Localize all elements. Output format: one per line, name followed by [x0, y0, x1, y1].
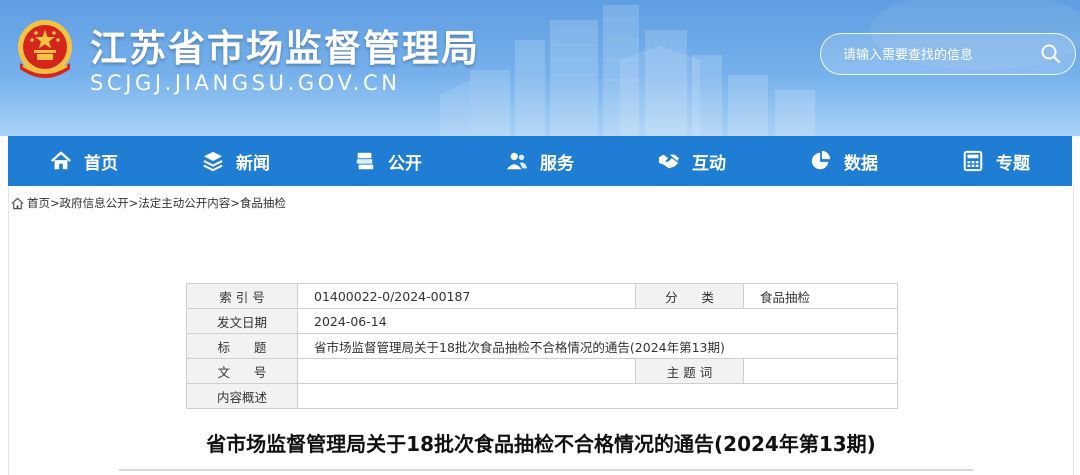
handshake-icon [658, 154, 680, 169]
national-emblem-logo [18, 20, 72, 78]
nav-item-label: 公开 [388, 153, 422, 174]
title-divider [119, 469, 973, 471]
layers-icon [203, 151, 223, 172]
title-value: 省市场监督管理局关于18批次食品抽检不合格情况的通告(2024年第13期) [297, 333, 898, 359]
nav-item-topics[interactable]: 专题 [920, 136, 1072, 186]
nav-item-service[interactable]: 服务 [464, 136, 616, 186]
breadcrumb-separator: > [128, 196, 139, 210]
breadcrumb-link-food-inspection[interactable]: 食品抽检 [240, 195, 286, 211]
nav-item-label: 新闻 [236, 153, 270, 174]
nav-item-label: 互动 [692, 153, 726, 174]
category-label: 分 类 [635, 283, 744, 309]
document-stack-icon [356, 152, 374, 170]
site-title[interactable]: 江苏省市场监督管理局 [90, 18, 480, 72]
site-domain: SCJGJ.JIANGSU.GOV.CN [90, 71, 401, 95]
breadcrumb-separator: > [230, 196, 240, 210]
nav-item-news[interactable]: 新闻 [160, 136, 312, 186]
breadcrumb-link-gov-info[interactable]: 政府信息公开 [60, 195, 129, 211]
summary-label: 内容概述 [186, 383, 298, 409]
issue-date-value: 2024-06-14 [297, 308, 898, 334]
table-row: 文 号 主 题 词 [186, 358, 898, 384]
document-number-value [297, 358, 636, 384]
breadcrumb: 首页 > 政府信息公开 > 法定主动公开内容 > 食品抽检 [11, 195, 286, 211]
document-number-label: 文 号 [186, 358, 298, 384]
calculator-icon [963, 150, 983, 172]
content-area: 首页 > 政府信息公开 > 法定主动公开内容 > 食品抽检 索 引 号 0140… [8, 186, 1074, 475]
issue-date-label: 发文日期 [186, 308, 298, 334]
nav-item-label: 数据 [844, 153, 878, 174]
nav-item-open[interactable]: 公开 [312, 136, 464, 186]
search-icon[interactable] [1039, 42, 1063, 66]
table-row: 标 题 省市场监督管理局关于18批次食品抽检不合格情况的通告(2024年第13期… [186, 333, 898, 359]
document-info-table: 索 引 号 01400022-0/2024-00187 分 类 食品抽检 发文日… [186, 283, 898, 409]
home-icon [11, 197, 24, 209]
nav-item-label: 专题 [996, 153, 1030, 174]
pie-chart-icon [811, 150, 831, 170]
search-box [820, 33, 1076, 75]
nav-item-label: 服务 [540, 153, 574, 174]
nav-item-home[interactable]: 首页 [8, 136, 160, 186]
article-title: 省市场监督管理局关于18批次食品抽检不合格情况的通告(2024年第13期) [206, 432, 876, 456]
category-value: 食品抽检 [743, 283, 898, 309]
index-number-label: 索 引 号 [186, 283, 298, 309]
nav-item-data[interactable]: 数据 [768, 136, 920, 186]
breadcrumb-link-home[interactable]: 首页 [27, 195, 50, 211]
title-label: 标 题 [186, 333, 298, 359]
index-number-value: 01400022-0/2024-00187 [297, 283, 636, 309]
nav-item-interact[interactable]: 互动 [616, 136, 768, 186]
table-row: 索 引 号 01400022-0/2024-00187 分 类 食品抽检 [186, 283, 898, 309]
subject-words-value [743, 358, 898, 384]
nav-item-label: 首页 [84, 153, 118, 174]
people-icon [506, 152, 528, 170]
site-header: 江苏省市场监督管理局 SCJGJ.JIANGSU.GOV.CN [0, 0, 1080, 136]
search-input[interactable] [841, 43, 1035, 67]
table-row: 内容概述 [186, 383, 898, 409]
breadcrumb-link-statutory[interactable]: 法定主动公开内容 [138, 195, 230, 211]
home-icon [51, 151, 71, 170]
main-nav: 首页 新闻 公开 服务 互动 数据 专题 [8, 136, 1072, 186]
subject-words-label: 主 题 词 [635, 358, 744, 384]
summary-value [297, 383, 898, 409]
breadcrumb-separator: > [50, 196, 60, 210]
table-row: 发文日期 2024-06-14 [186, 308, 898, 334]
